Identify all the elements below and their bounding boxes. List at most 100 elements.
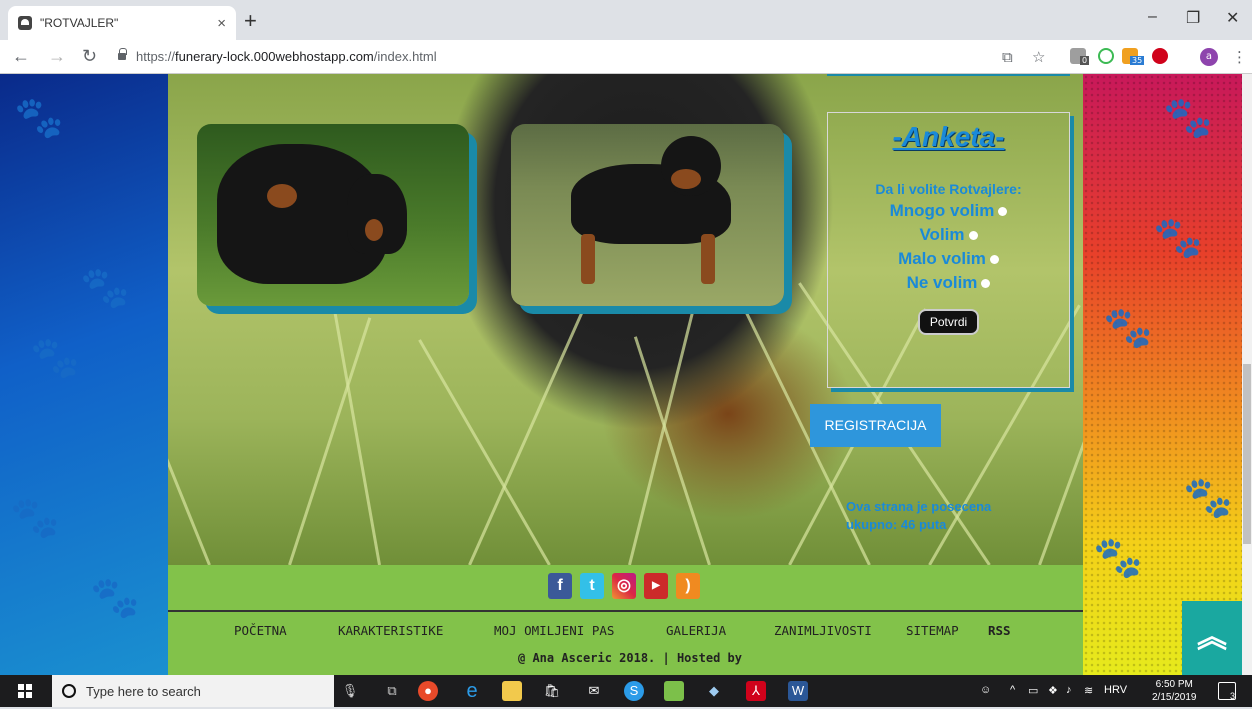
poll-option-2[interactable]: Volim xyxy=(828,225,1069,245)
battery-icon[interactable]: ▭ xyxy=(1028,684,1038,697)
paw-print-icon: 🐾 xyxy=(80,265,130,311)
radio-button[interactable] xyxy=(968,231,978,241)
paw-print-icon: 🐾 xyxy=(30,335,80,381)
paw-print-icon: 🐾 xyxy=(1183,475,1233,521)
paw-print-icon: 🐾 xyxy=(14,95,64,141)
skype-icon[interactable]: S xyxy=(624,681,644,701)
twitter-icon[interactable]: t xyxy=(580,573,604,599)
poll-option-4[interactable]: Ne volim xyxy=(828,273,1069,293)
poll-option-1[interactable]: Mnogo volim xyxy=(828,201,1069,221)
word-icon[interactable]: W xyxy=(788,681,808,701)
copyright-text: @ Ana Asceric 2018. | Hosted by xyxy=(518,651,742,665)
taskbar-clock[interactable]: 6:50 PM 2/15/2019 xyxy=(1152,678,1197,704)
translate-icon[interactable]: ⧉ xyxy=(1002,48,1013,66)
search-placeholder: Type here to search xyxy=(86,683,201,699)
visit-counter: Ova strana je posecena ukupno: 46 puta xyxy=(846,499,992,532)
scroll-to-top-button[interactable]: ︽ xyxy=(1182,601,1242,675)
taskbar-search[interactable]: Type here to search xyxy=(52,675,334,707)
rottweiler-photo-1 xyxy=(197,124,469,306)
paw-print-icon: 🐾 xyxy=(10,495,60,541)
cortana-icon xyxy=(62,684,76,698)
notification-center-icon[interactable]: 3 xyxy=(1218,682,1236,701)
menu-icon[interactable]: ⋮ xyxy=(1232,48,1247,66)
adblock-icon[interactable] xyxy=(1152,48,1168,64)
reload-icon[interactable]: ↻ xyxy=(82,46,97,67)
footer-link-galerija[interactable]: GALERIJA xyxy=(666,623,726,638)
close-window-icon[interactable]: ✕ xyxy=(1226,8,1239,28)
rottweiler-photo-2 xyxy=(511,124,784,306)
back-icon[interactable]: ← xyxy=(12,46,30,67)
registration-button[interactable]: REGISTRACIJA xyxy=(810,404,941,447)
footer-link-karakteristike[interactable]: KARAKTERISTIKE xyxy=(338,623,443,638)
lock-icon xyxy=(118,48,127,60)
language-indicator[interactable]: HRV xyxy=(1104,684,1127,696)
poll-submit-button[interactable]: Potvrdi xyxy=(917,309,980,335)
bookmark-star-icon[interactable]: ☆ xyxy=(1032,48,1045,66)
address-bar[interactable]: https://funerary-lock.000webhostapp.com/… xyxy=(136,49,437,64)
footer-link-sitemap[interactable]: SITEMAP xyxy=(906,623,959,638)
tray-expand-icon[interactable]: ^ xyxy=(1010,684,1015,696)
volume-icon[interactable]: ♪ xyxy=(1066,684,1072,696)
extension-badge: 0 xyxy=(1080,56,1090,65)
maximize-icon[interactable]: ❐ xyxy=(1186,8,1200,28)
poll-top-bar xyxy=(827,74,1070,76)
paw-print-icon: 🐾 xyxy=(1103,305,1153,351)
footer: f t ◎ ▶ ) POČETNA KARAKTERISTIKE MOJ OMI… xyxy=(168,565,1083,675)
clock-extension-icon[interactable] xyxy=(1098,48,1114,64)
windows-start-icon[interactable] xyxy=(18,684,32,698)
left-paw-background: 🐾 🐾 🐾 🐾 🐾 xyxy=(0,74,168,675)
social-icons: f t ◎ ▶ ) xyxy=(548,573,700,599)
chevron-double-up-icon: ︽ xyxy=(1197,620,1227,655)
notification-count: 3 xyxy=(1229,691,1235,701)
page-viewport: 🐾 🐾 🐾 🐾 🐾 🐾 🐾 🐾 🐾 🐾 -Anketa- Da li volit… xyxy=(0,74,1242,675)
paw-print-icon: 🐾 xyxy=(1093,535,1143,581)
task-view-icon[interactable]: ⧉ xyxy=(382,681,402,701)
poll-question: Da li volite Rotvajlere: xyxy=(875,181,1022,197)
microphone-icon[interactable]: 🎙 xyxy=(340,681,360,701)
footer-link-rss[interactable]: RSS xyxy=(988,623,1011,638)
paw-print-icon: 🐾 xyxy=(90,575,140,621)
radio-button[interactable] xyxy=(981,279,991,289)
clock-date: 2/15/2019 xyxy=(1152,692,1197,703)
chrome-icon[interactable]: ● xyxy=(418,681,438,701)
scrollbar-thumb[interactable] xyxy=(1243,364,1251,544)
dropbox-icon[interactable]: ❖ xyxy=(1048,684,1058,697)
tab-close-icon[interactable]: × xyxy=(217,15,226,32)
footer-link-zanimljivosti[interactable]: ZANIMLJIVOSTI xyxy=(774,623,872,638)
rss-icon[interactable]: ) xyxy=(676,573,700,599)
youtube-icon[interactable]: ▶ xyxy=(644,573,668,599)
minimize-icon[interactable]: – xyxy=(1148,8,1157,26)
footer-divider xyxy=(168,610,1083,612)
profile-avatar[interactable]: a xyxy=(1200,48,1218,66)
browser-toolbar: ← → ↻ https://funerary-lock.000webhostap… xyxy=(0,40,1252,74)
paw-print-icon: 🐾 xyxy=(1163,95,1213,141)
poll-option-3[interactable]: Malo volim xyxy=(828,249,1069,269)
store-icon[interactable]: 🛍 xyxy=(542,681,562,701)
new-tab-button[interactable]: + xyxy=(244,8,257,34)
footer-link-omiljeni-pas[interactable]: MOJ OMILJENI PAS xyxy=(494,623,614,638)
browser-tab[interactable]: "ROTVAJLER" × xyxy=(8,6,236,40)
forward-icon[interactable]: → xyxy=(48,46,66,67)
paw-print-icon: 🐾 xyxy=(1153,215,1203,261)
browser-tabbar: "ROTVAJLER" × + – ❐ ✕ xyxy=(0,0,1252,40)
page-scrollbar[interactable] xyxy=(1242,74,1252,675)
edge-icon[interactable]: e xyxy=(462,681,482,701)
notepad-icon[interactable] xyxy=(664,681,684,701)
instagram-icon[interactable]: ◎ xyxy=(612,573,636,599)
poll-title: -Anketa- xyxy=(892,121,1005,152)
radio-button[interactable] xyxy=(998,207,1008,217)
dot-pattern xyxy=(1083,74,1242,675)
radio-button[interactable] xyxy=(989,255,999,265)
file-explorer-icon[interactable] xyxy=(502,681,522,701)
rss-badge: 35 xyxy=(1130,56,1145,65)
dog-favicon-icon xyxy=(18,16,32,30)
tab-title: "ROTVAJLER" xyxy=(40,16,119,30)
mail-icon[interactable]: ✉ xyxy=(584,681,604,701)
pdf-reader-icon[interactable]: ⅄ xyxy=(746,681,766,701)
wifi-icon[interactable]: ≋ xyxy=(1084,684,1093,697)
footer-link-pocetna[interactable]: POČETNA xyxy=(234,623,287,638)
poll-panel: -Anketa- Da li volite Rotvajlere: Mnogo … xyxy=(827,112,1070,388)
facebook-icon[interactable]: f xyxy=(548,573,572,599)
people-icon[interactable]: ☺ xyxy=(980,684,991,696)
app-icon[interactable]: ◆ xyxy=(704,681,724,701)
